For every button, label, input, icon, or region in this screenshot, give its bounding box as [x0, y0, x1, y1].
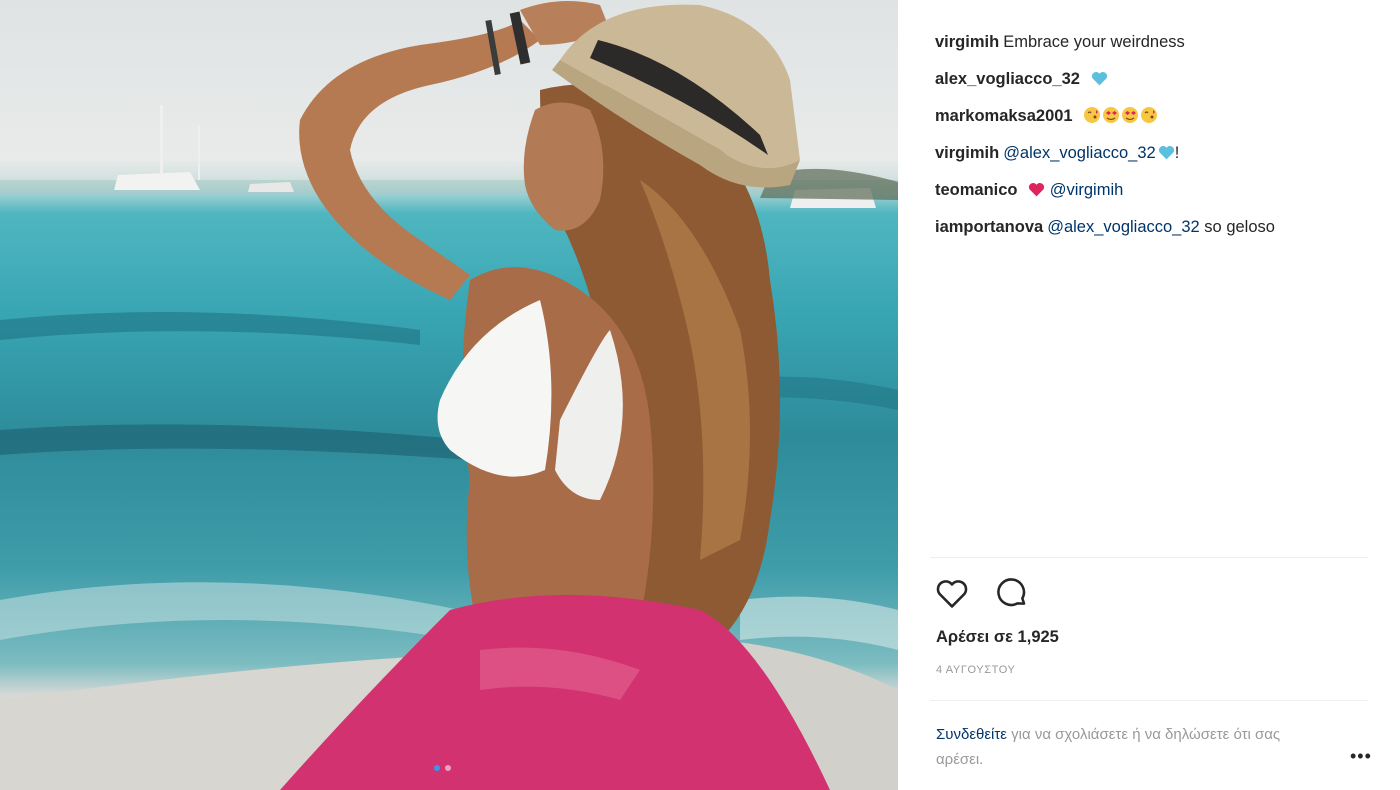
blue-heart-icon	[1158, 145, 1174, 160]
heart-outline-icon	[936, 580, 968, 608]
post-actions	[934, 575, 1030, 611]
blue-heart-icon	[1091, 71, 1107, 86]
comment-button[interactable]	[994, 575, 1030, 611]
login-prompt: Συνδεθείτε για να σχολιάσετε ή να δηλώσε…	[936, 722, 1296, 772]
comment-mention[interactable]: @alex_vogliacco_32	[1047, 218, 1200, 236]
carousel-dot-active[interactable]	[434, 765, 440, 771]
comment-item: alex_vogliacco_32	[935, 68, 1375, 90]
comment-username[interactable]: markomaksa2001	[935, 107, 1073, 125]
comment-mention[interactable]: @alex_vogliacco_32	[1003, 144, 1156, 162]
comment-mention[interactable]: @virgimih	[1050, 181, 1124, 199]
comment-item: iamportanova @alex_vogliacco_32 so geloso	[935, 216, 1375, 238]
comment-bubble-icon	[997, 578, 1026, 607]
comment-item: markomaksa2001	[935, 105, 1375, 127]
comment-text: !	[1174, 144, 1180, 162]
carousel-dot[interactable]	[445, 765, 451, 771]
red-heart-icon	[1029, 182, 1045, 197]
comment-username[interactable]: virgimih	[935, 144, 999, 162]
divider	[930, 700, 1368, 701]
carousel-indicator	[434, 765, 451, 771]
comment-username[interactable]: teomanico	[935, 181, 1018, 199]
divider	[930, 557, 1368, 558]
caption-username[interactable]: virgimih	[935, 33, 999, 51]
comment-text: so geloso	[1199, 218, 1275, 236]
comment-item: teomanico @virgimih	[935, 179, 1375, 201]
like-button[interactable]	[934, 575, 970, 611]
kiss-heart-eyes-emoji-icon	[1084, 107, 1158, 123]
login-link[interactable]: Συνδεθείτε	[936, 726, 1007, 743]
comment-item: virgimih @alex_vogliacco_32!	[935, 142, 1375, 164]
caption: virgimih Embrace your weirdness	[935, 31, 1375, 53]
post-side-panel: virgimih Embrace your weirdness alex_vogl…	[898, 0, 1400, 790]
post-date[interactable]: 4 ΑΥΓΟΥΣΤΟΥ	[936, 664, 1015, 676]
comment-username[interactable]: iamportanova	[935, 218, 1043, 236]
comment-list: virgimih Embrace your weirdness alex_vogl…	[935, 31, 1375, 253]
caption-text: Embrace your weirdness	[1003, 33, 1185, 51]
photo-scene	[0, 1, 898, 790]
more-options-button[interactable]: •••	[1350, 746, 1372, 767]
comment-username[interactable]: alex_vogliacco_32	[935, 70, 1080, 88]
likes-count[interactable]: Αρέσει σε 1,925	[936, 628, 1059, 647]
post-photo[interactable]	[0, 0, 898, 790]
